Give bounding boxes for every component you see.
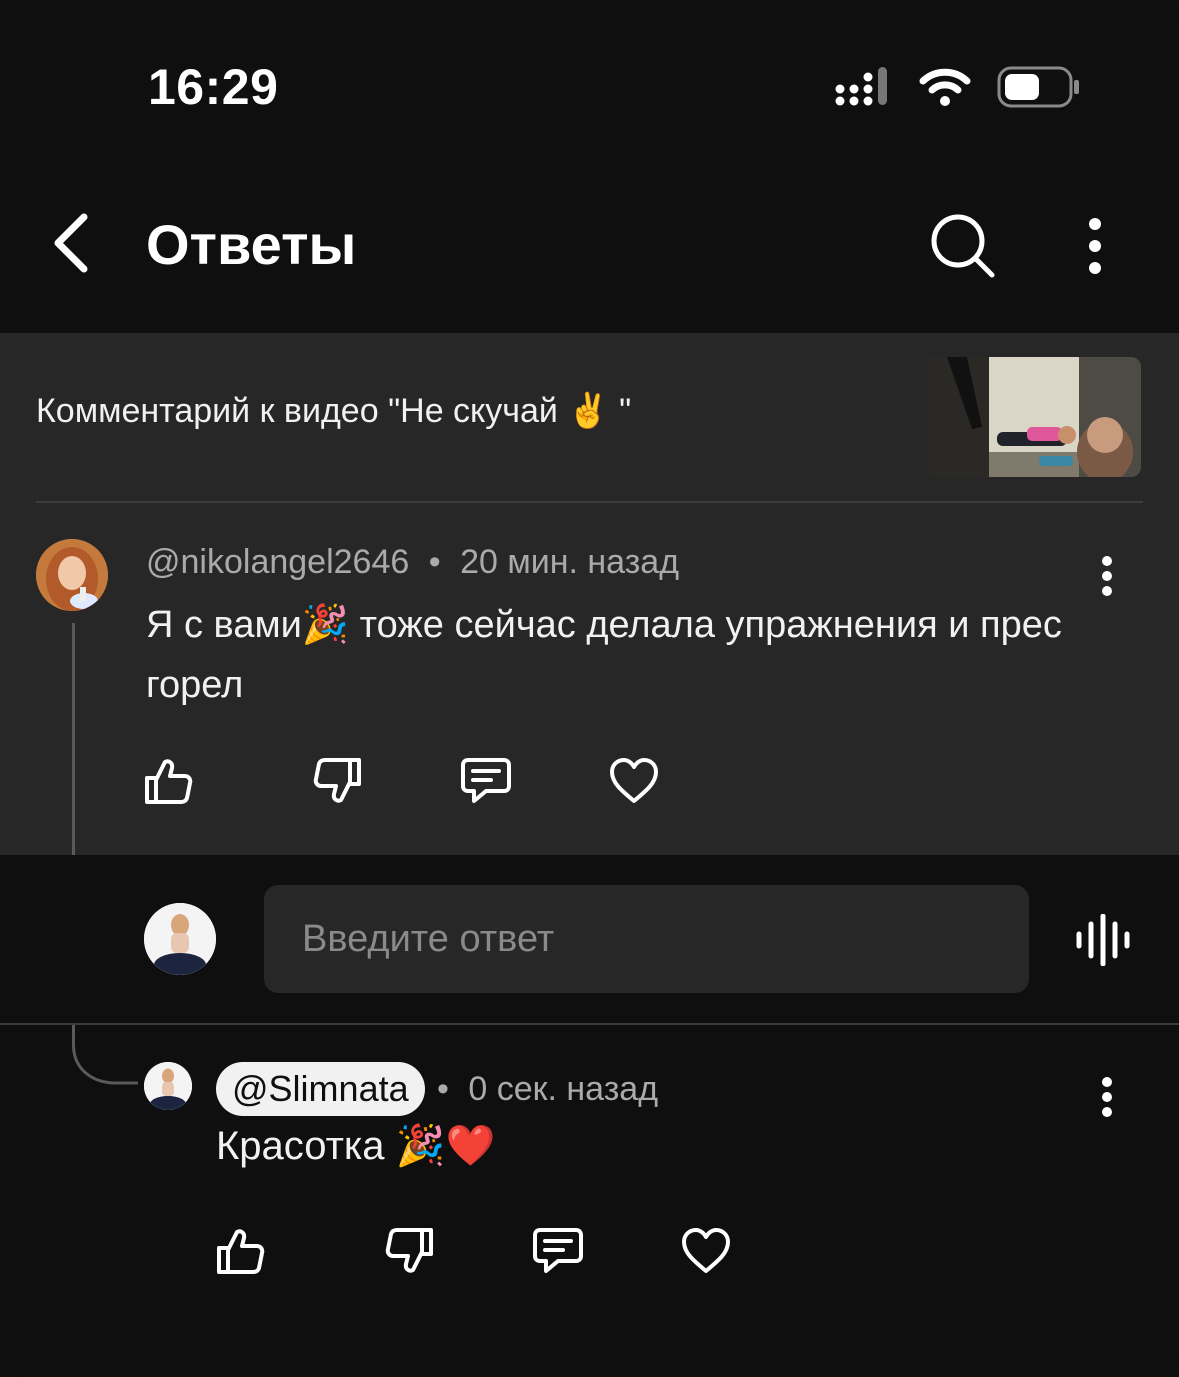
page-title: Ответы bbox=[146, 213, 357, 276]
reply-icon bbox=[533, 1228, 583, 1273]
comment-meta: • 0 сек. назад bbox=[437, 1070, 658, 1109]
battery-icon bbox=[997, 66, 1081, 113]
dislike-icon bbox=[313, 758, 361, 803]
reply-button[interactable] bbox=[532, 1225, 584, 1277]
screen: 16:29 Ответы Комментарий к видео "Не ску… bbox=[0, 0, 1179, 1377]
search-button[interactable] bbox=[925, 208, 1001, 284]
comment-time: 0 сек. назад bbox=[468, 1070, 659, 1108]
author-chip[interactable]: @Slimnata bbox=[216, 1062, 425, 1116]
reply-bar bbox=[0, 855, 1179, 1023]
voice-button[interactable] bbox=[1072, 911, 1134, 969]
dislike-button[interactable] bbox=[312, 755, 364, 807]
avatar[interactable] bbox=[144, 1062, 192, 1110]
status-icons bbox=[835, 66, 1081, 113]
back-button[interactable] bbox=[40, 208, 100, 278]
reply-button[interactable] bbox=[460, 755, 512, 807]
meta-separator: • bbox=[428, 543, 441, 581]
signal-icon bbox=[835, 67, 893, 112]
meta-separator: • bbox=[437, 1070, 449, 1108]
more-vert-icon bbox=[1089, 218, 1101, 274]
thread-connector bbox=[72, 1025, 138, 1085]
avatar[interactable] bbox=[36, 539, 108, 611]
comment-author[interactable]: @nikolangel2646 bbox=[146, 543, 409, 581]
thread-line bbox=[72, 623, 75, 855]
more-options-button[interactable] bbox=[1072, 208, 1118, 284]
like-icon bbox=[145, 759, 193, 804]
heart-icon bbox=[610, 758, 658, 803]
video-thumbnail[interactable] bbox=[927, 357, 1141, 477]
like-button[interactable] bbox=[214, 1225, 266, 1277]
comment-meta: @nikolangel2646 • 20 мин. назад bbox=[146, 543, 679, 582]
like-icon bbox=[217, 1229, 265, 1274]
comment-text: Красотка 🎉❤️ bbox=[216, 1124, 496, 1168]
comment-actions bbox=[214, 1225, 732, 1277]
search-icon bbox=[931, 214, 995, 278]
more-vert-icon bbox=[1102, 556, 1112, 596]
comment-text: Я с вами🎉 тоже сейчас делала упражнения … bbox=[146, 604, 1062, 706]
dislike-button[interactable] bbox=[384, 1225, 436, 1277]
video-caption[interactable]: Комментарий к видео "Не скучай ✌️ " bbox=[36, 391, 631, 431]
heart-button[interactable] bbox=[608, 755, 660, 807]
comment-time: 20 мин. назад bbox=[460, 543, 680, 581]
header: Ответы bbox=[0, 190, 1179, 300]
comment-actions bbox=[142, 755, 660, 807]
comment-more-button[interactable] bbox=[1088, 553, 1126, 599]
more-vert-icon bbox=[1102, 1077, 1112, 1117]
parent-comment-panel: Комментарий к видео "Не скучай ✌️ " @nik… bbox=[0, 333, 1179, 855]
voice-search-icon bbox=[1076, 914, 1130, 966]
reply-input[interactable] bbox=[264, 885, 1029, 993]
like-button[interactable] bbox=[142, 755, 194, 807]
wifi-icon bbox=[919, 68, 971, 111]
comment-more-button[interactable] bbox=[1088, 1074, 1126, 1120]
reply-icon bbox=[461, 758, 511, 803]
divider bbox=[36, 501, 1143, 503]
back-arrow-icon bbox=[54, 213, 88, 273]
dislike-icon bbox=[385, 1228, 433, 1273]
heart-icon bbox=[682, 1228, 730, 1273]
divider bbox=[0, 1023, 1179, 1025]
heart-button[interactable] bbox=[680, 1225, 732, 1277]
status-time: 16:29 bbox=[148, 59, 279, 115]
avatar bbox=[144, 903, 216, 975]
